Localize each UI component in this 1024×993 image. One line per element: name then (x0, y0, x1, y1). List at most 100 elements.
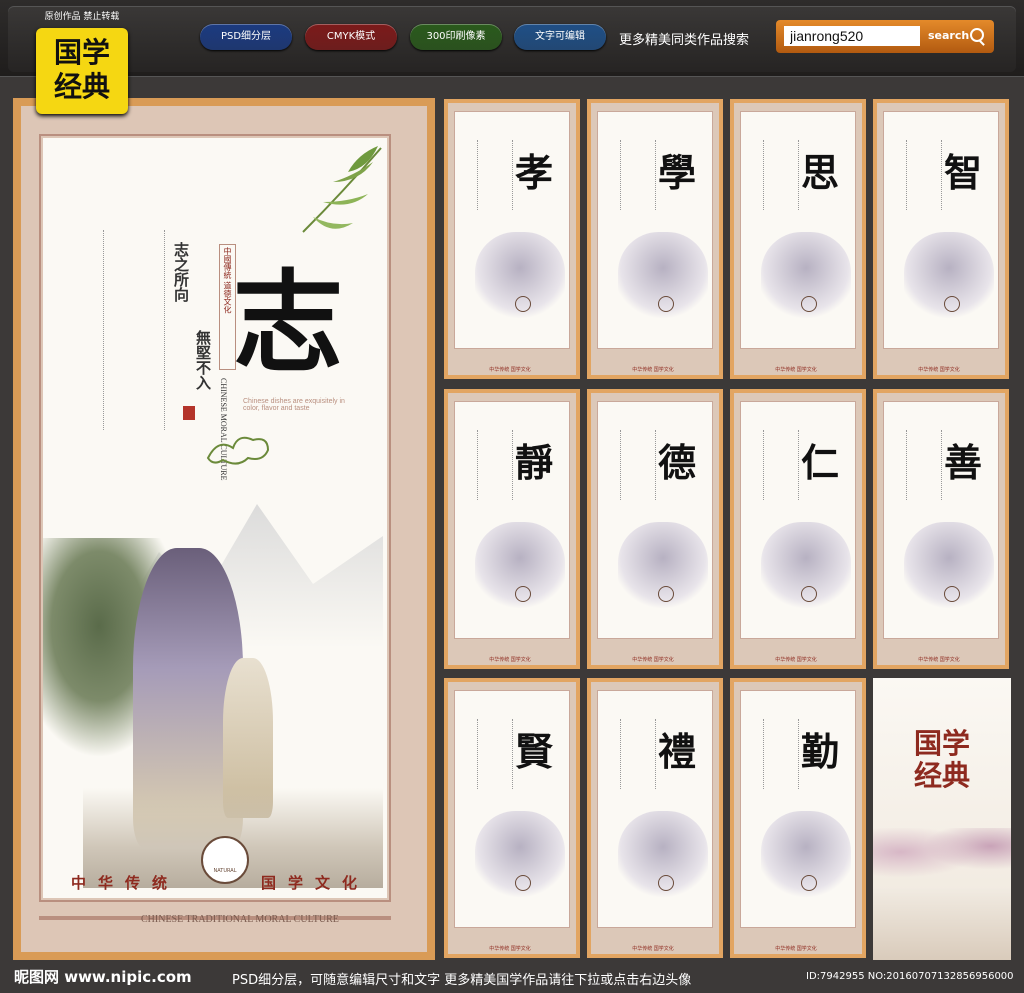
poster-thumbnail[interactable]: 勤中华传统 国学文化 (730, 678, 866, 958)
logo-badge: 国学经典 (36, 28, 128, 114)
thumbnail-footer: 中华传统 国学文化 (775, 946, 817, 952)
poster-thumbnail[interactable]: 仁中华传统 国学文化 (730, 389, 866, 669)
thumbnail-footer: 中华传统 国学文化 (632, 367, 674, 373)
thumbnail-paper: 德 (597, 401, 713, 639)
thumbnail-footer: 中华传统 国学文化 (632, 946, 674, 952)
thumbnail-poem (477, 719, 513, 789)
english-footer: CHINESE TRADITIONAL MORAL CULTURE (141, 914, 339, 925)
emblem-icon: NATURAL (201, 836, 249, 884)
pill-label: CMYK模式 (326, 31, 376, 42)
site-watermark[interactable]: 昵图网 www.nipic.com (14, 966, 192, 987)
thumbnail-emblem-icon (515, 875, 531, 891)
pill-label: PSD细分层 (220, 31, 272, 42)
logo-caption: 原创作品 禁止转载 (44, 12, 120, 22)
pill-label: 300印刷像素 (426, 31, 486, 42)
thumbnail-footer: 中华传统 国学文化 (489, 657, 531, 663)
pill-cmyk[interactable]: CMYK模式 (305, 24, 397, 50)
cover-title: 国学经典 (913, 727, 970, 792)
thumbnail-emblem-icon (515, 586, 531, 602)
thumbnail-footer: 中华传统 国学文化 (632, 657, 674, 663)
search-bar: search (776, 20, 994, 53)
thumbnail-footer: 中华传统 国学文化 (918, 657, 960, 663)
thumbnail-character: 智 (944, 150, 983, 195)
thumbnail-footer: 中华传统 国学文化 (775, 367, 817, 373)
logo-text: 国学经典 (53, 36, 110, 103)
thumbnail-character: 學 (658, 150, 697, 195)
thumbnail-footer: 中华传统 国学文化 (775, 657, 817, 663)
search-label: 更多精美同类作品搜索 (619, 33, 750, 48)
thumbnail-footer: 中华传统 国学文化 (489, 946, 531, 952)
slogan-right: 国学文化 (261, 874, 370, 892)
title-vertical-1: 志之所向 (172, 242, 190, 302)
thumbnail-character: 勤 (801, 729, 840, 774)
poster-thumbnail[interactable]: 學中华传统 国学文化 (587, 99, 723, 379)
cover-ground (873, 888, 1011, 960)
thumbnail-paper: 賢 (454, 690, 570, 928)
search-input[interactable] (784, 26, 920, 46)
poster-thumbnail[interactable]: 智中华传统 国学文化 (873, 99, 1009, 379)
thumbnail-paper: 思 (740, 111, 856, 349)
thumbnail-poem (763, 430, 799, 500)
poster-thumbnail[interactable]: 善中华传统 国学文化 (873, 389, 1009, 669)
thumbnail-paper: 孝 (454, 111, 570, 349)
thumbnail-character: 善 (944, 440, 983, 485)
thumbnail-poem (620, 140, 656, 210)
thumbnail-character: 賢 (515, 729, 554, 774)
search-button-label: search (928, 29, 970, 42)
poster-thumbnail[interactable]: 靜中华传统 国学文化 (444, 389, 580, 669)
thumbnail-emblem-icon (658, 296, 674, 312)
thumbnail-emblem-icon (944, 586, 960, 602)
thumbnail-emblem-icon (515, 296, 531, 312)
poster-thumbnail[interactable]: 禮中华传统 国学文化 (587, 678, 723, 958)
thumbnail-poem (620, 719, 656, 789)
logo: 原创作品 禁止转载 国学经典 (30, 8, 134, 114)
footer-note: PSD细分层，可随意编辑尺寸和文字 更多精美国学作品请往下拉或点击右边头像 (232, 973, 692, 988)
pill-psd-layers[interactable]: PSD细分层 (200, 24, 292, 50)
poster-thumbnail[interactable]: 思中华传统 国学文化 (730, 99, 866, 379)
thumbnail-emblem-icon (944, 296, 960, 312)
thumbnail-footer: 中华传统 国学文化 (489, 367, 531, 373)
thumbnail-poem (906, 430, 942, 500)
english-blurb: Chinese dishes are exquisitely in color,… (243, 398, 345, 412)
cloud-ornament-icon (206, 436, 270, 465)
thumbnail-emblem-icon (658, 586, 674, 602)
main-character: 志 (233, 258, 343, 387)
poster-thumbnail[interactable]: 賢中华传统 国学文化 (444, 678, 580, 958)
thumbnail-paper: 仁 (740, 401, 856, 639)
thumbnail-character: 禮 (658, 729, 697, 774)
thumbnail-paper: 勤 (740, 690, 856, 928)
thumbnail-poem (763, 719, 799, 789)
thumbnail-poem (763, 140, 799, 210)
thumbnail-footer: 中华传统 国学文化 (918, 367, 960, 373)
emblem-text: NATURAL (213, 868, 237, 874)
slogan-left: 中华传统 (71, 874, 180, 892)
thumbnail-poem (477, 140, 513, 210)
pill-editable-text[interactable]: 文字可编辑 (514, 24, 606, 50)
image-id: ID:7942955 NO:20160707132856956000 (806, 971, 1014, 982)
thumbnail-character: 靜 (515, 440, 554, 485)
thumbnail-emblem-icon (801, 296, 817, 312)
bamboo-leaves-icon (302, 146, 382, 233)
thumbnail-character: 孝 (515, 150, 554, 195)
poster-thumbnail[interactable]: 孝中华传统 国学文化 (444, 99, 580, 379)
footer: 昵图网 www.nipic.com PSD细分层，可随意编辑尺寸和文字 更多精美… (0, 962, 1024, 993)
cover-thumbnail[interactable]: 国学经典 (873, 678, 1011, 960)
cover-flowers (873, 828, 1011, 888)
main-poster[interactable]: 志之所向 無堅不入 中國傳統 道德文化 志 CHINESE MORAL CULT… (13, 98, 435, 960)
poster-thumbnail[interactable]: 德中华传统 国学文化 (587, 389, 723, 669)
thumbnail-poem (620, 430, 656, 500)
thumbnail-paper: 善 (883, 401, 999, 639)
thumbnail-paper: 學 (597, 111, 713, 349)
poem-column-box (103, 230, 165, 430)
thumbnail-character: 思 (801, 150, 840, 195)
search-button[interactable]: search (928, 26, 990, 46)
pill-300-dpi[interactable]: 300印刷像素 (410, 24, 502, 50)
search-icon (970, 28, 984, 42)
seal-stamp-icon (183, 406, 195, 420)
thumbnail-emblem-icon (801, 586, 817, 602)
thumbnail-emblem-icon (801, 875, 817, 891)
thumbnail-emblem-icon (658, 875, 674, 891)
thumbnail-poem (906, 140, 942, 210)
thumbnail-paper: 禮 (597, 690, 713, 928)
thumbnail-paper: 靜 (454, 401, 570, 639)
